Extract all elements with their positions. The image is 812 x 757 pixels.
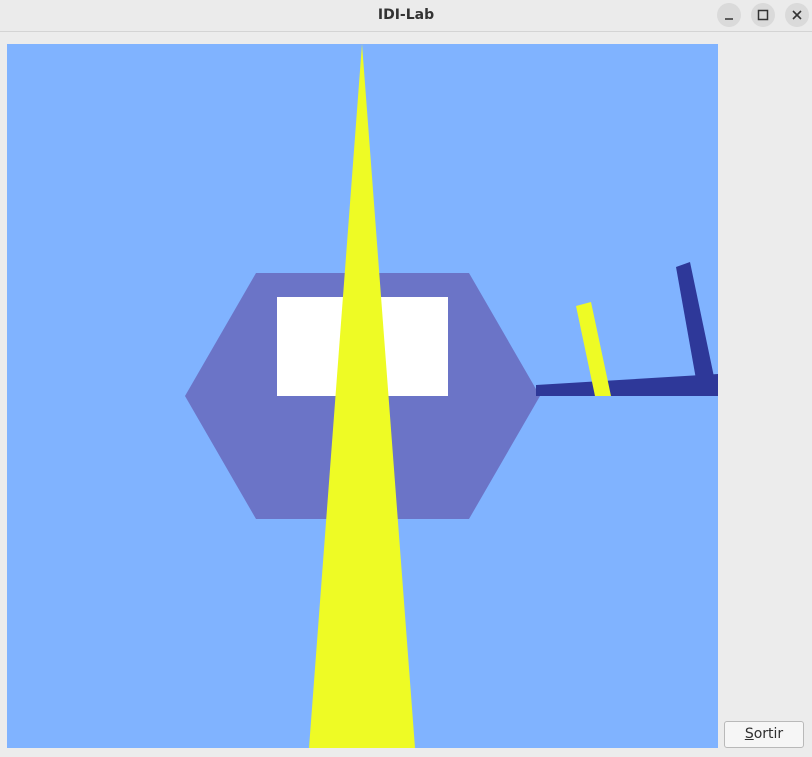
minimize-icon [725, 18, 733, 20]
maximize-button[interactable] [751, 3, 775, 27]
close-button[interactable] [785, 3, 809, 27]
gl-canvas[interactable] [7, 44, 718, 748]
maximize-icon [757, 9, 769, 21]
sortir-button[interactable]: Sortir [724, 721, 804, 748]
sortir-label: ortir [753, 726, 784, 742]
window-title: IDI-Lab [377, 7, 435, 23]
app-window: IDI-Lab Sortir [0, 0, 812, 757]
scene-svg [7, 44, 718, 748]
close-icon [792, 10, 802, 20]
title-bar[interactable]: IDI-Lab [0, 0, 812, 32]
minimize-button[interactable] [717, 3, 741, 27]
sortir-mnemonic: S [744, 726, 754, 742]
